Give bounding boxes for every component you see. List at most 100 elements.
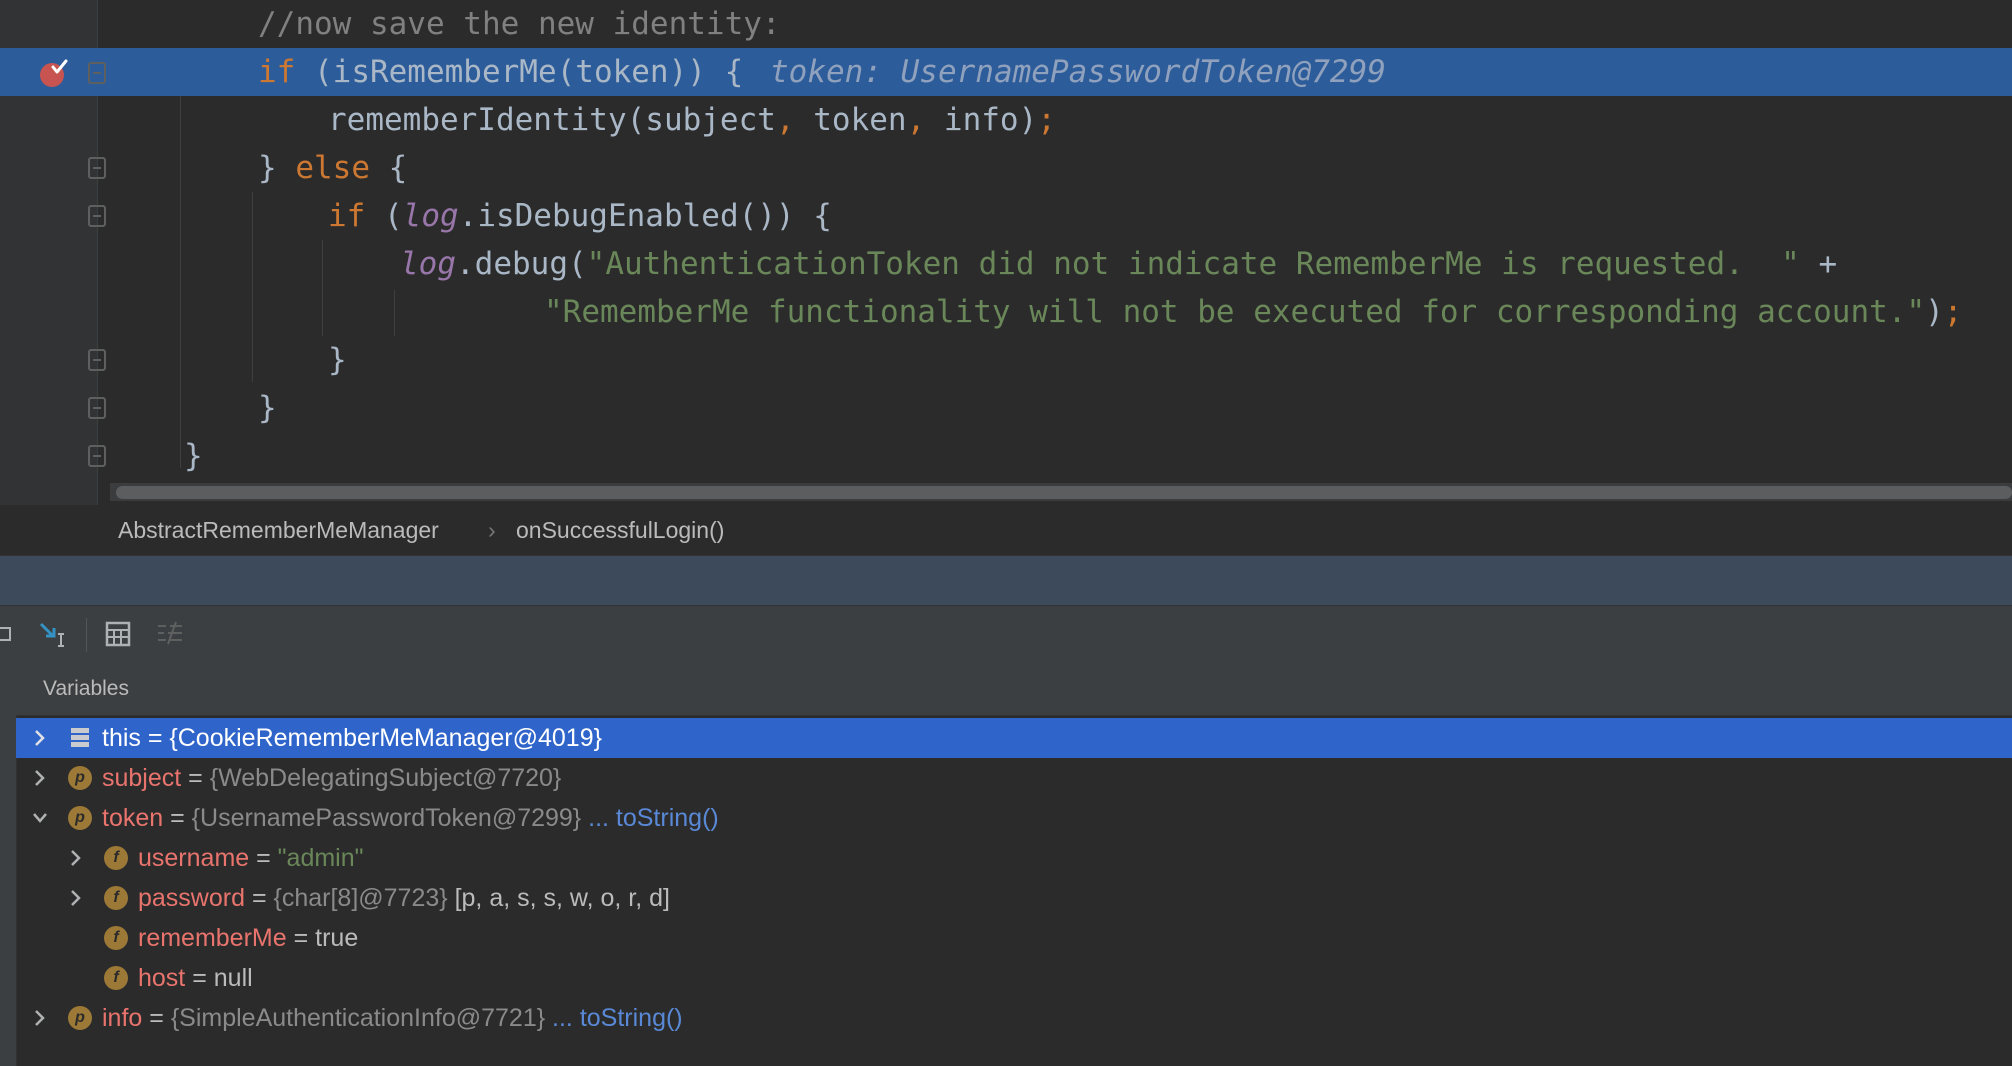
trace-icon[interactable] — [156, 620, 184, 648]
variable-name: username — [138, 844, 250, 872]
variables-panel: Variables this = {CookieRememberMeManage… — [0, 663, 2012, 1066]
code-fragment: ( — [365, 198, 403, 234]
fold-marker-icon[interactable] — [88, 157, 106, 179]
expand-arrow-icon[interactable] — [66, 838, 86, 878]
variable-entry: token = {UsernamePasswordToken@7299} ...… — [102, 798, 719, 838]
variable-name: password — [138, 884, 245, 912]
code-line-current[interactable]: if (isRememberMe(token)) { token: Userna… — [0, 48, 2012, 96]
field-badge-icon: f — [104, 886, 128, 910]
expand-arrow-icon[interactable] — [30, 758, 50, 798]
variable-row-password[interactable]: f password = {char[8]@7723} [p, a, s, s,… — [16, 878, 2012, 918]
code-string: "AuthenticationToken did not indicate Re… — [586, 246, 1800, 282]
variable-entry: info = {SimpleAuthenticationInfo@7721} .… — [102, 998, 683, 1038]
variable-row-username[interactable]: f username = "admin" — [16, 838, 2012, 878]
inline-debug-value[interactable]: token: UsernamePasswordToken@7299 — [770, 48, 1386, 96]
collapse-arrow-icon[interactable] — [30, 798, 50, 838]
keyword-else: else — [295, 150, 370, 186]
scrollbar-thumb[interactable] — [116, 486, 2012, 499]
code-fragment: .isDebugEnabled()) { — [458, 198, 832, 234]
code-brace: } — [258, 150, 296, 186]
parameter-badge-icon: p — [68, 1006, 92, 1030]
expand-arrow-icon[interactable] — [66, 878, 86, 918]
variable-name: subject — [102, 764, 182, 792]
variable-value: true — [315, 924, 359, 952]
fold-marker-icon[interactable] — [88, 445, 106, 467]
code-operator: + — [1799, 246, 1838, 282]
variable-equals: = — [181, 764, 210, 792]
variables-header: Variables — [16, 663, 2012, 716]
object-icon — [71, 728, 89, 747]
code-fragment: .debug( — [456, 246, 587, 282]
code-statement: log.debug("AuthenticationToken did not i… — [400, 240, 1837, 288]
panel-left-strip — [0, 663, 17, 1066]
code-statement: rememberIdentity(subject, token, info); — [328, 96, 1056, 144]
variable-equals: = — [185, 964, 214, 992]
code-brace: { — [369, 150, 408, 186]
variable-entry: username = "admin" — [138, 838, 364, 878]
variable-row-rememberme[interactable]: f rememberMe = true — [16, 918, 2012, 958]
breadcrumb-method[interactable]: onSuccessfulLogin() — [516, 505, 724, 555]
code-line-5[interactable]: if (log.isDebugEnabled()) { — [0, 192, 2012, 240]
variable-row-subject[interactable]: p subject = {WebDelegatingSubject@7720} — [16, 758, 2012, 798]
code-line-7[interactable]: "RememberMe functionality will not be ex… — [0, 288, 2012, 336]
code-statement: } else { — [258, 144, 407, 192]
code-line-9[interactable]: } — [0, 384, 2012, 432]
code-line-6[interactable]: log.debug("AuthenticationToken did not i… — [0, 240, 2012, 288]
fold-marker-icon[interactable] — [88, 205, 106, 227]
variable-row-this[interactable]: this = {CookieRememberMeManager@4019} — [16, 718, 2012, 758]
toolbar-separator — [86, 618, 87, 652]
breadcrumb-class[interactable]: AbstractRememberMeManager — [118, 505, 439, 555]
variable-value: null — [213, 964, 253, 992]
evaluate-expression-icon[interactable] — [104, 620, 132, 648]
code-line-10[interactable]: } — [0, 432, 2012, 480]
fold-marker-icon[interactable] — [88, 349, 106, 371]
code-line-3[interactable]: rememberIdentity(subject, token, info); — [0, 96, 2012, 144]
variable-value: {UsernamePasswordToken@7299} — [191, 804, 582, 832]
variable-entry: password = {char[8]@7723} [p, a, s, s, w… — [138, 878, 670, 918]
code-static-field: log — [400, 246, 456, 282]
code-brace: } — [328, 342, 347, 378]
variable-equals: = — [286, 924, 316, 952]
variable-row-host[interactable]: f host = null — [16, 958, 2012, 998]
tostring-link[interactable]: ... toString() — [552, 1004, 683, 1032]
keyword-if: if — [328, 198, 366, 234]
debug-tool-window-header — [0, 555, 2012, 606]
variable-equals: = — [140, 724, 170, 752]
breakpoint-icon[interactable] — [38, 58, 68, 88]
field-badge-icon: f — [104, 846, 128, 870]
variable-value: {char[8]@7723} — [273, 884, 448, 912]
variable-entry: host = null — [138, 958, 253, 998]
variable-value: {SimpleAuthenticationInfo@7721} — [170, 1004, 546, 1032]
code-line-4[interactable]: } else { — [0, 144, 2012, 192]
code-comma: , — [775, 102, 795, 138]
variable-equals: = — [249, 844, 278, 872]
variable-row-info[interactable]: p info = {SimpleAuthenticationInfo@7721}… — [16, 998, 2012, 1038]
code-comment: //now save the new identity: — [258, 6, 781, 42]
expand-arrow-icon[interactable] — [30, 998, 50, 1038]
expand-arrow-icon[interactable] — [30, 718, 50, 758]
variable-row-token[interactable]: p token = {UsernamePasswordToken@7299} .… — [16, 798, 2012, 838]
code-fragment: ) — [1925, 294, 1944, 330]
code-line-8[interactable]: } — [0, 336, 2012, 384]
variable-equals: = — [245, 884, 274, 912]
fold-marker-icon[interactable] — [88, 397, 106, 419]
fold-marker-icon[interactable] — [88, 62, 106, 84]
variable-name: host — [138, 964, 186, 992]
field-badge-icon: f — [104, 966, 128, 990]
field-badge-icon: f — [104, 926, 128, 950]
variable-name: token — [102, 804, 164, 832]
variable-value: {CookieRememberMeManager@4019} — [169, 724, 602, 752]
code-editor[interactable]: //now save the new identity: if (isRemem… — [0, 0, 2012, 505]
code-line-1[interactable]: //now save the new identity: — [0, 0, 2012, 48]
code-statement: if (log.isDebugEnabled()) { — [328, 192, 832, 240]
code-statement: "RememberMe functionality will not be ex… — [544, 288, 1962, 336]
tostring-link[interactable]: ... toString() — [588, 804, 719, 832]
run-to-cursor-icon[interactable] — [38, 620, 66, 648]
code-comma: , — [906, 102, 926, 138]
code-fragment: info) — [925, 102, 1038, 138]
code-string: "RememberMe functionality will not be ex… — [544, 294, 1926, 330]
restore-layout-icon[interactable] — [0, 620, 20, 648]
variable-value: {WebDelegatingSubject@7720} — [209, 764, 562, 792]
variable-value: "admin" — [277, 844, 364, 872]
parameter-badge-icon: p — [68, 766, 92, 790]
